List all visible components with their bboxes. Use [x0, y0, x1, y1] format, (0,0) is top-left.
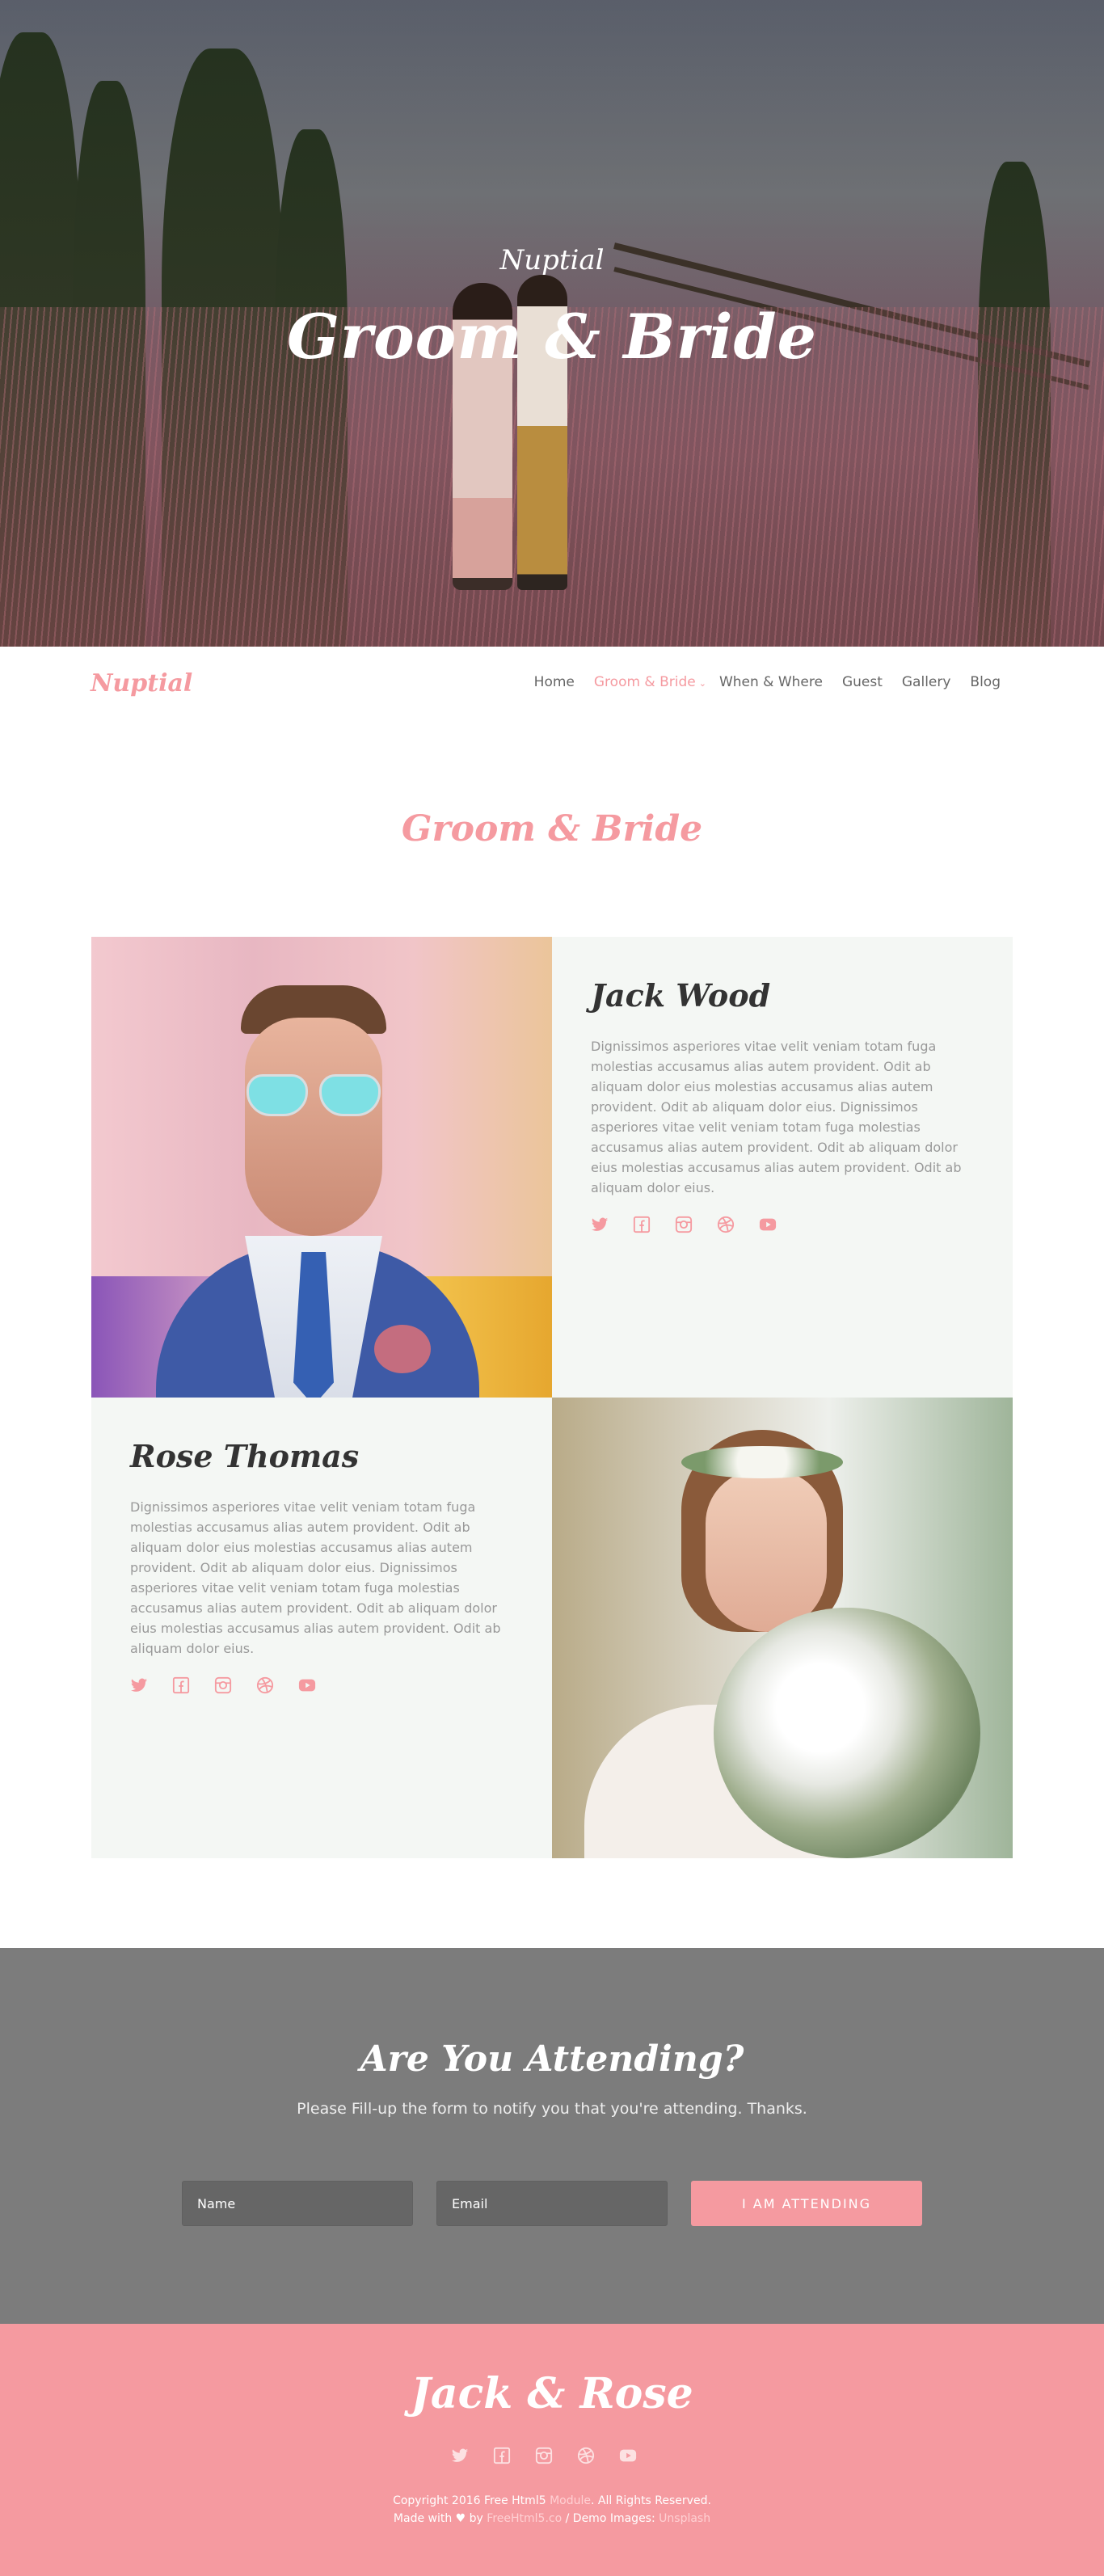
bride-bio: Dignissimos asperiores vitae velit venia…	[130, 1499, 501, 1656]
flower-crown	[681, 1446, 843, 1478]
module-link[interactable]: Module	[550, 2494, 591, 2507]
footer-copyright: Copyright 2016 Free Html5 Module. All Ri…	[0, 2492, 1104, 2528]
youtube-icon[interactable]	[619, 2447, 637, 2464]
email-field[interactable]	[436, 2181, 668, 2226]
copyright-suffix: . All Rights Reserved.	[590, 2494, 711, 2507]
hero-subtitle: Nuptial	[499, 244, 605, 276]
instagram-icon[interactable]	[535, 2447, 553, 2464]
nav-menu: Home Groom & Bride ⌄ When & Where Guest G…	[515, 674, 1001, 690]
attending-button[interactable]: I AM ATTENDING	[691, 2181, 922, 2226]
name-field[interactable]	[182, 2181, 413, 2226]
rsvp-section: Are You Attending? Please Fill-up the fo…	[0, 1948, 1104, 2324]
bride-face	[706, 1470, 827, 1632]
nav-item-guest[interactable]: Guest	[842, 674, 883, 690]
section-title: Groom & Bride	[401, 808, 703, 850]
footer: Jack & Rose Copyright 2016 Free Html5 Mo…	[0, 2324, 1104, 2576]
sunglasses-lens	[247, 1074, 308, 1116]
groom-card: Jack Wood Dignissimos asperiores vitae v…	[552, 937, 1013, 1398]
twitter-icon[interactable]	[591, 1216, 609, 1233]
hero-title: Groom & Bride	[287, 301, 817, 373]
nav-item-when-where[interactable]: When & Where	[719, 674, 823, 690]
bride-social-links	[130, 1676, 513, 1694]
chevron-down-icon: ⌄	[698, 678, 706, 689]
dribbble-icon[interactable]	[577, 2447, 595, 2464]
groom-social-links	[591, 1216, 974, 1233]
nav-logo[interactable]: Nuptial	[91, 669, 192, 698]
facebook-icon[interactable]	[172, 1676, 190, 1694]
footer-social-links	[451, 2447, 637, 2464]
facebook-icon[interactable]	[493, 2447, 511, 2464]
main-nav: Nuptial Home Groom & Bride ⌄ When & Where…	[0, 647, 1104, 721]
bride-card: Rose Thomas Dignissimos asperiores vitae…	[91, 1398, 552, 1858]
sunglasses-lens	[319, 1074, 381, 1116]
youtube-icon[interactable]	[759, 1216, 777, 1233]
bride-photo	[552, 1398, 1013, 1858]
nav-item-blog[interactable]: Blog	[970, 674, 1001, 690]
rsvp-subtitle: Please Fill-up the form to notify you th…	[297, 2100, 807, 2118]
groom-photo	[91, 937, 552, 1398]
instagram-icon[interactable]	[214, 1676, 232, 1694]
copyright-prefix: Copyright 2016 Free Html5	[393, 2494, 550, 2507]
nav-item-gallery[interactable]: Gallery	[902, 674, 951, 690]
nav-item-groom-bride[interactable]: Groom & Bride ⌄	[594, 674, 706, 690]
made-with-text: Made with ♥ by	[393, 2512, 487, 2525]
dribbble-icon[interactable]	[256, 1676, 274, 1694]
demo-images-text: / Demo Images:	[562, 2512, 659, 2525]
bouquet	[714, 1608, 980, 1858]
rsvp-title: Are You Attending?	[360, 2038, 744, 2080]
youtube-icon[interactable]	[298, 1676, 316, 1694]
bride-name: Rose Thomas	[130, 1438, 360, 1474]
unsplash-link[interactable]: Unsplash	[659, 2512, 710, 2525]
groom-face	[245, 1018, 382, 1236]
groom-name: Jack Wood	[591, 977, 771, 1014]
twitter-icon[interactable]	[130, 1676, 148, 1694]
twitter-icon[interactable]	[451, 2447, 469, 2464]
instagram-icon[interactable]	[675, 1216, 693, 1233]
dribbble-icon[interactable]	[717, 1216, 735, 1233]
footer-title: Jack & Rose	[411, 2369, 693, 2418]
nav-item-label: Groom & Bride	[593, 674, 696, 690]
copyright-line: Copyright 2016 Free Html5 Module. All Ri…	[0, 2492, 1104, 2510]
groom-bio: Dignissimos asperiores vitae velit venia…	[591, 1039, 962, 1195]
hero-text: Nuptial Groom & Bride	[0, 0, 1104, 647]
facebook-icon[interactable]	[633, 1216, 651, 1233]
freehtml5-link[interactable]: FreeHtml5.co	[487, 2512, 562, 2525]
pocket-square	[374, 1325, 431, 1373]
hero-banner: Nuptial Groom & Bride	[0, 0, 1104, 647]
nav-item-home[interactable]: Home	[534, 674, 575, 690]
credits-line: Made with ♥ by FreeHtml5.co / Demo Image…	[0, 2510, 1104, 2528]
